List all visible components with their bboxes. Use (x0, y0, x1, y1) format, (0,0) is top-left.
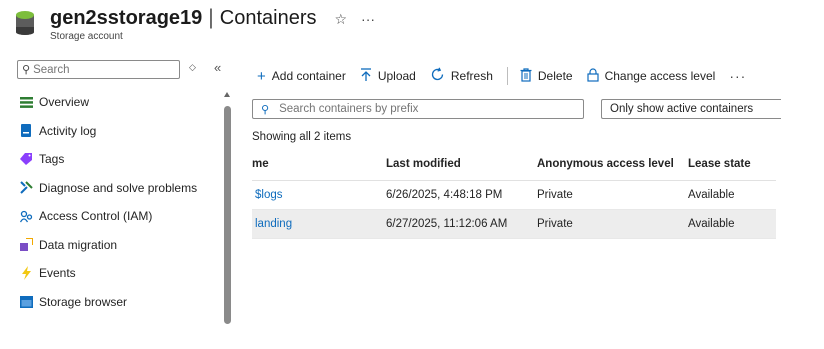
filter-toggle-icon[interactable]: ◇ (189, 62, 196, 73)
title-separator: | (208, 6, 214, 29)
collapse-sidebar-icon[interactable]: « (214, 60, 221, 75)
more-commands-icon[interactable]: ··· (729, 68, 746, 84)
resource-type: Storage account (50, 31, 123, 42)
container-name-link[interactable]: $logs (252, 189, 386, 201)
lease-state-cell: Available (688, 189, 735, 201)
resource-name: gen2sstorage19 (50, 7, 203, 29)
column-header-last-modified[interactable]: Last modified (386, 158, 537, 170)
sidebar-scrollbar[interactable] (224, 92, 231, 324)
plus-icon: + (257, 67, 266, 85)
container-search[interactable]: ⚲ (252, 99, 584, 119)
containers-table: me Last modified Anonymous access level … (252, 148, 776, 239)
change-access-level-label: Change access level (604, 69, 716, 83)
data-migration-icon (19, 238, 33, 252)
add-container-label: Add container (271, 69, 346, 83)
favorite-star-icon[interactable]: ☆ (334, 11, 347, 28)
wrench-icon (19, 181, 33, 195)
sidebar-item-overview[interactable]: Overview (19, 88, 219, 117)
sidebar-item-label: Activity log (39, 123, 97, 138)
toolbar-divider (506, 67, 508, 85)
refresh-label: Refresh (450, 69, 493, 83)
upload-button[interactable]: Upload (360, 67, 416, 85)
delete-button[interactable]: Delete (520, 67, 573, 85)
lightning-icon (19, 266, 33, 281)
container-search-input[interactable] (279, 103, 570, 115)
sidebar-nav: Overview Activity log Tags Diagnose and … (19, 88, 219, 316)
lease-state-cell: Available (688, 218, 735, 230)
search-icon: ⚲ (261, 103, 270, 116)
sidebar-item-events[interactable]: Events (19, 259, 219, 288)
overview-icon (19, 95, 33, 109)
refresh-icon (430, 67, 445, 85)
page-title: Containers (219, 7, 317, 29)
page-header: gen2sstorage19 | Containers ☆ ··· Storag… (14, 6, 375, 46)
scrollbar-thumb[interactable] (224, 106, 231, 324)
sidebar-search-input[interactable] (33, 63, 164, 76)
upload-icon (360, 67, 372, 85)
column-header-lease-state[interactable]: Lease state (688, 158, 776, 170)
storage-account-icon (14, 10, 36, 36)
tag-icon (19, 152, 33, 166)
sidebar-item-label: Access Control (IAM) (39, 209, 153, 224)
access-level-cell: Private (537, 218, 573, 230)
column-header-access-level[interactable]: Anonymous access level (537, 158, 688, 170)
sidebar-item-iam[interactable]: Access Control (IAM) (19, 202, 219, 231)
change-access-level-button[interactable]: Change access level (586, 67, 716, 85)
table-header: me Last modified Anonymous access level … (252, 148, 776, 181)
refresh-button[interactable]: Refresh (430, 67, 493, 85)
delete-label: Delete (537, 69, 573, 83)
access-level-cell: Private (537, 189, 573, 201)
sidebar-search[interactable]: ⚲ (17, 60, 180, 79)
last-modified-cell: 6/27/2025, 11:12:06 AM (386, 218, 508, 230)
sidebar-item-diagnose[interactable]: Diagnose and solve problems (19, 174, 219, 203)
table-row[interactable]: landing 6/27/2025, 11:12:06 AM Private A… (252, 210, 776, 239)
sidebar-item-label: Tags (39, 152, 65, 167)
command-bar: + Add container Upload Refresh Delete Ch… (257, 66, 746, 86)
upload-label: Upload (377, 69, 416, 83)
sidebar-item-label: Events (39, 266, 76, 281)
sidebar-item-tags[interactable]: Tags (19, 145, 219, 174)
sidebar-item-label: Storage browser (39, 294, 128, 309)
search-icon: ⚲ (22, 64, 31, 76)
trash-icon (520, 67, 532, 85)
item-count: Showing all 2 items (252, 131, 352, 143)
active-containers-filter[interactable]: Only show active containers (601, 99, 781, 119)
activity-log-icon (19, 124, 33, 138)
more-options-icon[interactable]: ··· (361, 11, 375, 27)
table-row[interactable]: $logs 6/26/2025, 4:48:18 PM Private Avai… (252, 181, 776, 210)
column-header-name[interactable]: me (252, 158, 386, 170)
add-container-button[interactable]: + Add container (257, 69, 346, 84)
sidebar-item-data-migration[interactable]: Data migration (19, 231, 219, 260)
lock-icon (586, 67, 599, 85)
container-name-link[interactable]: landing (252, 218, 386, 230)
last-modified-cell: 6/26/2025, 4:48:18 PM (386, 189, 503, 201)
sidebar-item-label: Data migration (39, 237, 118, 252)
sidebar-item-activity-log[interactable]: Activity log (19, 117, 219, 146)
iam-icon (19, 209, 33, 223)
sidebar-item-label: Diagnose and solve problems (39, 180, 198, 195)
sidebar-item-label: Overview (39, 95, 90, 110)
sidebar-item-storage-browser[interactable]: Storage browser (19, 288, 219, 317)
scroll-up-arrow-icon[interactable] (224, 92, 230, 97)
storage-browser-icon (19, 295, 33, 309)
